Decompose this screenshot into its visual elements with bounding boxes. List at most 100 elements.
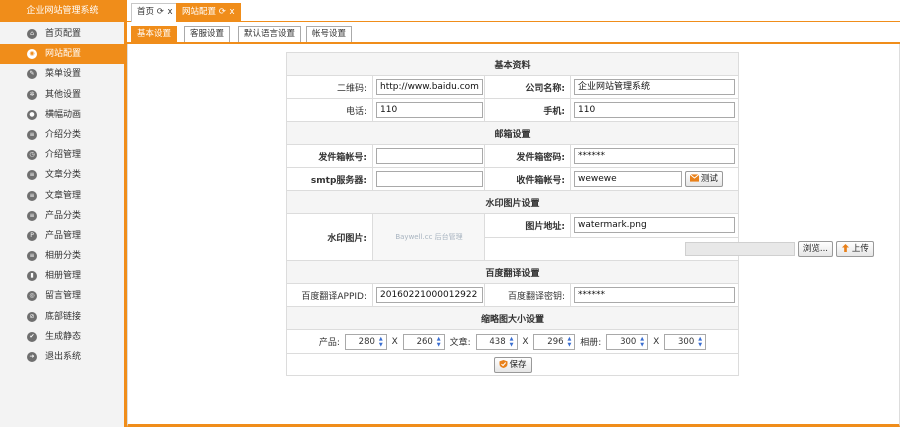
- sidebar-item[interactable]: ≡ 文章管理: [0, 186, 125, 206]
- tab-basic-settings[interactable]: 基本设置: [131, 26, 178, 42]
- product-height-value: 260: [416, 336, 433, 347]
- article-size-label: 文章:: [449, 338, 471, 348]
- sidebar-item-label: 生成静态: [45, 331, 82, 342]
- sidebar-item[interactable]: ● 横幅动画: [0, 105, 125, 125]
- translate-key-input[interactable]: ******: [574, 287, 735, 303]
- test-mail-button[interactable]: 测试: [684, 171, 723, 187]
- tab-account-settings[interactable]: 帐号设置: [306, 26, 353, 42]
- upload-button-label: 上传: [851, 243, 869, 254]
- article-width-stepper[interactable]: 438 ▲ ▼: [475, 333, 518, 350]
- company-name-input[interactable]: 企业网站管理系统: [574, 79, 735, 95]
- sender-password-input[interactable]: ******: [574, 148, 735, 164]
- sidebar-item[interactable]: ⌂ 首页配置: [0, 24, 125, 44]
- spinner-arrows-icon[interactable]: ▲ ▼: [565, 336, 573, 348]
- sidebar-item-label: 其他设置: [45, 89, 82, 100]
- clock-icon: ◷: [27, 150, 37, 161]
- sidebar-item-label: 产品管理: [45, 230, 82, 241]
- close-icon[interactable]: x: [230, 7, 235, 17]
- close-icon[interactable]: x: [168, 7, 173, 17]
- album-height-stepper[interactable]: 300 ▲ ▼: [664, 333, 707, 350]
- section-translate-title: 百度翻译设置: [285, 260, 740, 284]
- section-watermark-title: 水印图片设置: [285, 190, 740, 214]
- logout-icon: ➜: [27, 352, 37, 362]
- sidebar-item[interactable]: ≡ 相册分类: [0, 246, 125, 266]
- tab-language-settings[interactable]: 默认语言设置: [238, 26, 302, 42]
- app-title: 企业网站管理系统: [0, 0, 125, 22]
- section-basic-title: 基本资料: [285, 52, 740, 76]
- spinner-arrows-icon[interactable]: ▲ ▼: [696, 336, 704, 348]
- spinner-arrows-icon[interactable]: ▲ ▼: [638, 336, 646, 348]
- spinner-arrows-icon[interactable]: ▲ ▼: [435, 336, 443, 348]
- sender-account-input[interactable]: [376, 148, 483, 164]
- tab-home[interactable]: 首页 ⟳ x: [131, 3, 179, 22]
- sidebar-item[interactable]: P 产品管理: [0, 226, 125, 246]
- sidebar-item-label: 相册分类: [45, 251, 82, 262]
- section-mail-title: 邮箱设置: [285, 121, 740, 145]
- save-button-label: 保存: [509, 359, 527, 370]
- sidebar-item[interactable]: ≡ 文章分类: [0, 165, 125, 185]
- gear-icon: ✲: [27, 89, 37, 100]
- list-icon: ≡: [27, 251, 37, 262]
- sidebar-item[interactable]: ✎ 菜单设置: [0, 64, 125, 84]
- phone-input[interactable]: 110: [376, 102, 483, 118]
- appid-label: 百度翻译APPID:: [286, 283, 373, 307]
- sidebar-nav: ⌂ 首页配置 ◉ 网站配置 ✎ 菜单设置 ✲ 其他设置 ● 横幅动画 ≡ 介绍分类 ◷ 介绍管理 ≡ 文章分类…: [0, 22, 125, 367]
- receiver-account-input[interactable]: wewewe: [574, 171, 682, 187]
- sender-account-label: 发件箱帐号:: [286, 144, 373, 168]
- product-icon: P: [27, 230, 37, 241]
- qrcode-input[interactable]: http://www.baidu.com: [376, 79, 483, 95]
- size-separator: X: [522, 336, 529, 347]
- mail-icon: [689, 174, 699, 182]
- section-thumbnail-title: 缩略图大小设置: [285, 306, 740, 330]
- sidebar-item[interactable]: ◉ 网站配置: [0, 44, 125, 65]
- appid-input[interactable]: 20160221000012922: [376, 287, 483, 303]
- watermark-image-label: 水印图片:: [286, 213, 373, 261]
- sidebar-item[interactable]: ≡ 介绍分类: [0, 125, 125, 145]
- article-height-stepper[interactable]: 296 ▲ ▼: [533, 333, 576, 350]
- sidebar-item[interactable]: ▮ 相册管理: [0, 266, 125, 286]
- tab-home-label: 首页: [137, 7, 155, 17]
- sidebar-item-label: 文章分类: [45, 170, 82, 181]
- file-path-field[interactable]: [685, 241, 795, 256]
- sidebar-item-label: 介绍管理: [45, 150, 82, 161]
- globe-icon: ◉: [27, 49, 37, 60]
- size-separator: X: [653, 336, 660, 347]
- tab-service-settings[interactable]: 客服设置: [184, 26, 231, 42]
- sidebar-item[interactable]: ✔ 生成静态: [0, 327, 125, 347]
- browse-button[interactable]: 浏览...: [797, 240, 833, 257]
- tab-site-config[interactable]: 网站配置 ⟳ x: [176, 3, 241, 22]
- sidebar-item-label: 底部链接: [45, 311, 82, 322]
- image-path-input[interactable]: watermark.png: [574, 217, 735, 234]
- smtp-server-input[interactable]: [376, 171, 483, 187]
- sidebar-item-label: 横幅动画: [45, 109, 82, 120]
- settings-form: 基本资料 二维码: http://www.baidu.com 公司名称: 企业网…: [285, 52, 874, 376]
- album-width-stepper[interactable]: 300 ▲ ▼: [606, 333, 649, 350]
- sidebar: 企业网站管理系统 ⌂ 首页配置 ◉ 网站配置 ✎ 菜单设置 ✲ 其他设置 ● 横幅动画 ≡ 介绍分类 ◷…: [0, 0, 126, 427]
- mobile-input[interactable]: 110: [574, 102, 735, 118]
- sidebar-item-label: 菜单设置: [45, 69, 82, 80]
- link-icon: ⊘: [27, 311, 37, 322]
- sidebar-item-label: 网站配置: [45, 49, 82, 60]
- translate-key-label: 百度翻译密钥:: [484, 283, 571, 307]
- sidebar-item[interactable]: ◎ 留言管理: [0, 286, 125, 306]
- album-icon: ▮: [27, 271, 37, 282]
- test-mail-button-label: 测试: [700, 174, 718, 184]
- album-size-label: 相册:: [580, 338, 602, 348]
- phone-label: 电话:: [286, 98, 373, 122]
- sidebar-item-label: 退出系统: [45, 352, 82, 362]
- refresh-icon[interactable]: ⟳: [157, 7, 164, 17]
- spinner-arrows-icon[interactable]: ▲ ▼: [508, 336, 516, 348]
- settings-tab-bar: 基本设置 客服设置 默认语言设置 帐号设置: [127, 22, 900, 44]
- sidebar-item[interactable]: ≡ 产品分类: [0, 206, 125, 226]
- sidebar-item[interactable]: ◷ 介绍管理: [0, 145, 125, 165]
- save-button[interactable]: 保存: [493, 356, 532, 373]
- product-height-stepper[interactable]: 260 ▲ ▼: [402, 333, 445, 350]
- sidebar-item[interactable]: ➜ 退出系统: [0, 347, 125, 367]
- upload-button[interactable]: 上传: [835, 240, 874, 257]
- image-path-label: 图片地址:: [484, 213, 571, 238]
- sidebar-item[interactable]: ⊘ 底部链接: [0, 307, 125, 327]
- refresh-icon[interactable]: ⟳: [219, 7, 226, 17]
- spinner-arrows-icon[interactable]: ▲ ▼: [377, 336, 385, 348]
- sidebar-item[interactable]: ✲ 其他设置: [0, 85, 125, 105]
- product-width-stepper[interactable]: 280 ▲ ▼: [344, 333, 387, 350]
